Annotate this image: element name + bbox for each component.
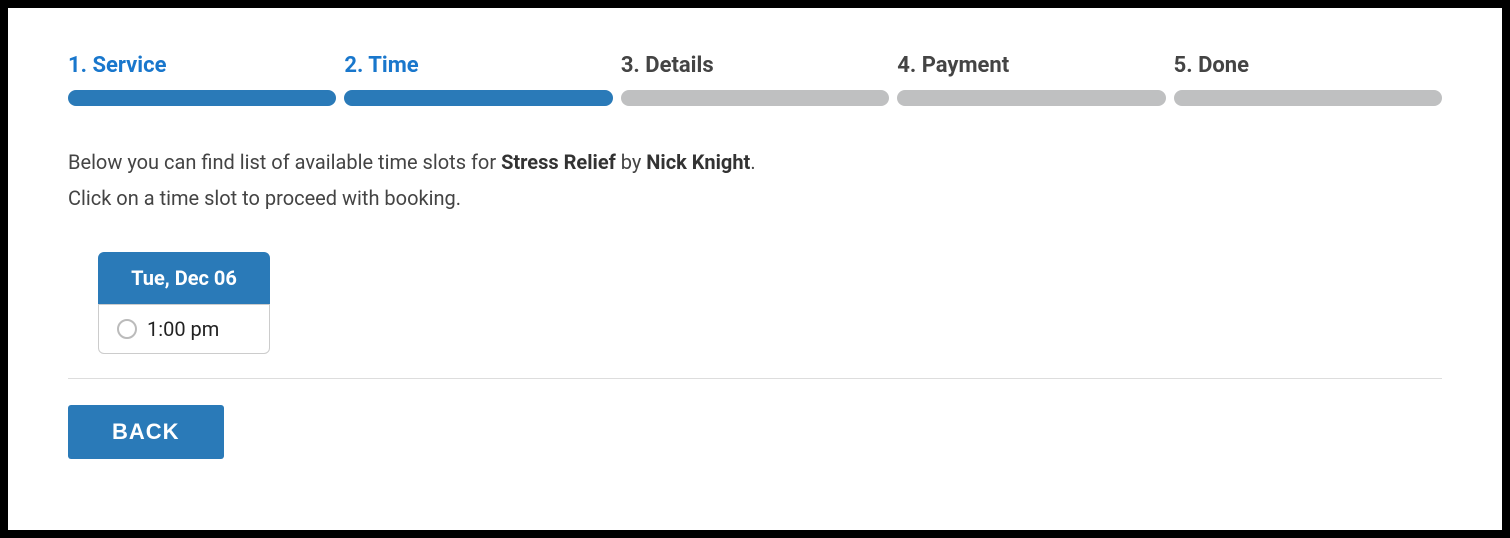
step-bar	[897, 90, 1165, 106]
back-button[interactable]: BACK	[68, 405, 224, 459]
step-bar	[68, 90, 336, 106]
intro-prefix: Below you can find list of available tim…	[68, 150, 501, 174]
step-done[interactable]: 5. Done	[1174, 53, 1442, 106]
booking-page: 1. Service 2. Time 3. Details 4. Payment…	[8, 8, 1502, 530]
time-slot[interactable]: 1:00 pm	[98, 304, 270, 354]
date-header: Tue, Dec 06	[98, 252, 270, 304]
step-bar	[344, 90, 612, 106]
intro-service: Stress Relief	[501, 150, 616, 174]
step-bar	[1174, 90, 1442, 106]
step-payment[interactable]: 4. Payment	[897, 53, 1165, 106]
intro-suffix: .	[750, 150, 755, 174]
step-bar	[621, 90, 889, 106]
step-time[interactable]: 2. Time	[344, 53, 612, 106]
step-service[interactable]: 1. Service	[68, 53, 336, 106]
step-label: 1. Service	[68, 53, 336, 78]
time-slot-label: 1:00 pm	[147, 317, 219, 341]
radio-icon	[117, 319, 137, 339]
intro-text: Below you can find list of available tim…	[68, 144, 1442, 216]
intro-by: by	[616, 150, 647, 174]
intro-line2: Click on a time slot to proceed with boo…	[68, 180, 1442, 216]
step-label: 5. Done	[1174, 53, 1442, 78]
date-block: Tue, Dec 06 1:00 pm	[98, 252, 270, 354]
step-progress: 1. Service 2. Time 3. Details 4. Payment…	[68, 53, 1442, 106]
step-label: 4. Payment	[897, 53, 1165, 78]
intro-provider: Nick Knight	[646, 150, 750, 174]
divider	[68, 378, 1442, 379]
step-details[interactable]: 3. Details	[621, 53, 889, 106]
step-label: 2. Time	[344, 53, 612, 78]
step-label: 3. Details	[621, 53, 889, 78]
